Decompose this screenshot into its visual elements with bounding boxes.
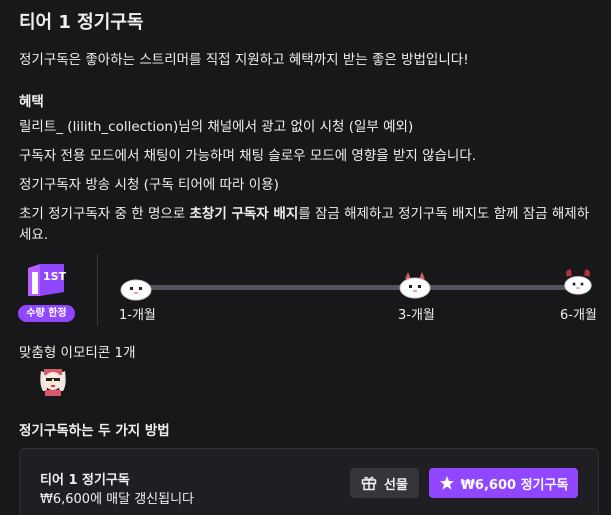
badge-6-month-icon [564, 269, 592, 295]
founder-badge-icon: 1ST [28, 264, 66, 296]
tier-1-subscribe-card: 티어 1 정기구독 ₩6,600에 매달 갱신됩니다 선물 ₩6,600 정기구… [19, 448, 599, 515]
subscribe-button-label: ₩6,600 정기구독 [460, 477, 569, 493]
subscribe-button[interactable]: ₩6,600 정기구독 [429, 468, 578, 498]
limited-quantity-pill: 수량 한정 [18, 305, 75, 322]
badge-progress-track [140, 285, 580, 290]
milestone-label-3-month: 3-개월 [398, 308, 435, 323]
milestone-label-1-month: 1-개월 [119, 308, 156, 323]
emotes-heading: 맞춤형 이모티콘 1개 [19, 345, 136, 361]
card-title: 티어 1 정기구독 [40, 473, 130, 488]
card-renewal-text: ₩6,600에 매달 갱신됩니다 [40, 492, 195, 507]
page-description: 정기구독은 좋아하는 스트리머를 직접 지원하고 혜택까지 받는 좋은 방법입니… [19, 52, 469, 68]
benefit-item-ad-free: 릴리트_ (lilith_collection)님의 채널에서 광고 없이 시청… [19, 119, 414, 135]
benefits-heading: 혜택 [19, 94, 44, 110]
founder-badge-text: 초창기 구독자 배지 [189, 206, 299, 222]
star-icon [439, 476, 454, 490]
benefit-founder-text-start: 초기 정기구독자 중 한 명으로 [19, 206, 190, 222]
benefit-item-sub-streams: 정기구독자 방송 시청 (구독 티어에 따라 이용) [19, 177, 279, 193]
badge-1-month-icon [120, 279, 152, 301]
tier-badge-label: 1ST [43, 270, 66, 283]
benefit-item-sub-only-chat: 구독자 전용 모드에서 채팅이 가능하며 채팅 슬로우 모드에 영향을 받지 않… [19, 148, 477, 164]
custom-emote-icon [40, 369, 66, 396]
page-title: 티어 1 정기구독 [19, 12, 144, 33]
badge-3-month-icon [399, 272, 431, 299]
badge-divider [97, 254, 98, 326]
gift-button[interactable]: 선물 [350, 468, 419, 498]
methods-heading: 정기구독하는 두 가지 방법 [19, 423, 170, 439]
benefit-item-founder-badge: 초기 정기구독자 중 한 명으로 초창기 구독자 배지를 잠금 해제하고 정기구… [19, 204, 599, 246]
subscription-panel: 티어 1 정기구독 정기구독은 좋아하는 스트리머를 직접 지원하고 혜택까지 … [0, 0, 611, 515]
gift-icon [361, 476, 377, 491]
gift-button-label: 선물 [384, 477, 408, 493]
milestone-label-6-month: 6-개월 [560, 308, 597, 323]
